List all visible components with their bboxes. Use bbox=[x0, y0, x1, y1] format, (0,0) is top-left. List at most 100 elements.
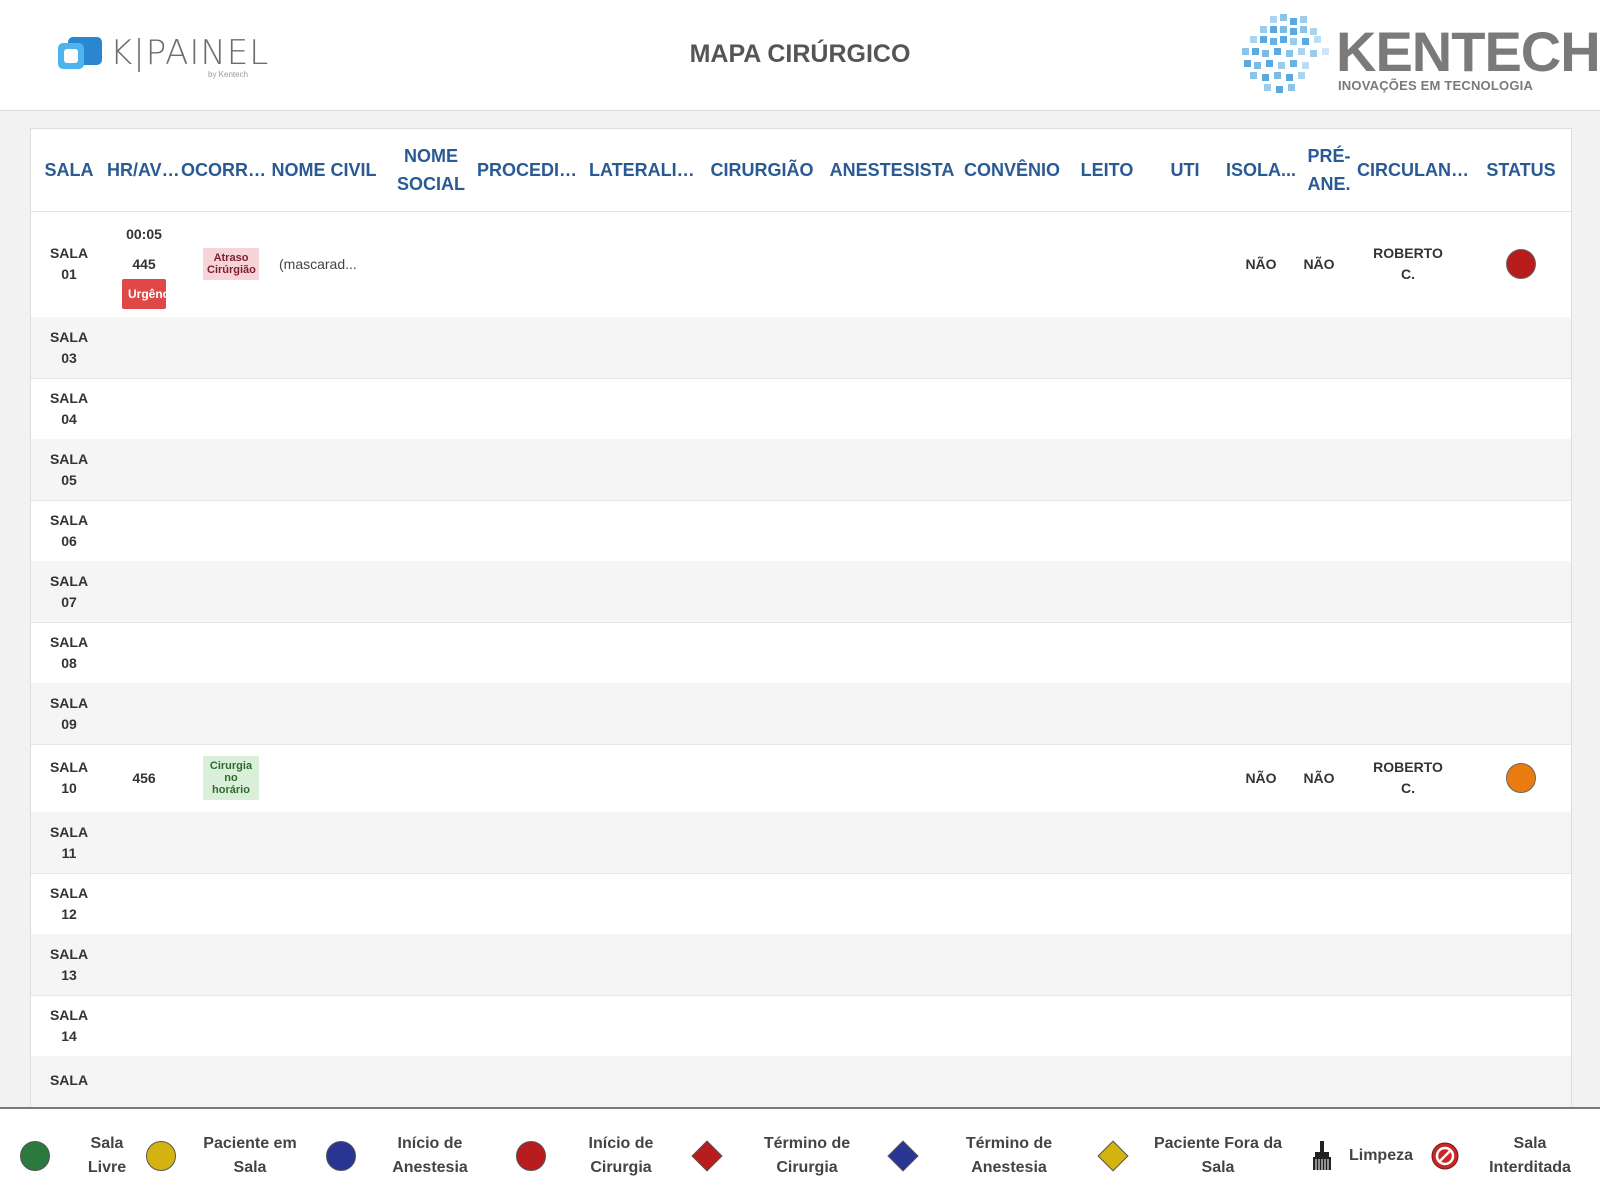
legend-label: Paciente em Sala bbox=[203, 1134, 297, 1176]
ocorrencia-cell: Atraso Cirúrgião bbox=[191, 211, 271, 317]
sala-cell: SALA 07 bbox=[49, 572, 89, 610]
sala-cell: SALA bbox=[49, 1072, 89, 1088]
diamond-icon bbox=[887, 1139, 919, 1172]
legend-item-sala-interditada: Sala Interditada bbox=[1430, 1109, 1580, 1202]
table-row[interactable]: SALA 01 00:05 445 Urgência Atraso Cirúrg… bbox=[31, 211, 1571, 318]
legend-item-termino-anestesia: Término de Anestesia bbox=[887, 1109, 1064, 1202]
pre-anestesia-cell: NÃO bbox=[1303, 769, 1335, 786]
column-header-status[interactable]: STATUS bbox=[1473, 129, 1569, 211]
sala-cell: SALA 04 bbox=[49, 389, 89, 427]
table-row[interactable]: SALA 09 bbox=[31, 683, 1571, 745]
table-row[interactable]: SALA bbox=[31, 1056, 1571, 1109]
column-header-pre-anestesia[interactable]: PRÉ-ANE. bbox=[1301, 129, 1357, 211]
status-cell bbox=[1473, 211, 1569, 317]
legend-item-paciente-fora-sala: Paciente Fora da Sala bbox=[1097, 1109, 1288, 1202]
circle-icon bbox=[20, 1140, 50, 1171]
isolamento-cell: NÃO bbox=[1245, 255, 1277, 272]
column-header-uti[interactable]: UTI bbox=[1147, 129, 1223, 211]
kentech-brand-tagline: INOVAÇÕES EM TECNOLOGIA bbox=[1338, 78, 1534, 93]
ocorrencia-tag: Atraso Cirúrgião bbox=[203, 248, 259, 280]
sala-cell: SALA 10 bbox=[49, 759, 89, 796]
aviso-number: 456 bbox=[132, 770, 156, 786]
legend-item-inicio-anestesia: Início de Anestesia bbox=[326, 1109, 480, 1202]
column-header-sala[interactable]: SALA bbox=[31, 129, 107, 211]
sala-cell: SALA 13 bbox=[49, 945, 89, 983]
status-indicator-icon bbox=[1506, 763, 1536, 793]
urgency-badge: Urgência bbox=[122, 279, 166, 309]
kentech-pixel-icon bbox=[1242, 14, 1329, 93]
circulante-cell: ROBERTO C. bbox=[1373, 759, 1443, 796]
legend-label: Término de Anestesia bbox=[965, 1134, 1053, 1176]
legend-item-sala-livre: Sala Livre bbox=[20, 1109, 142, 1202]
table-row[interactable]: SALA 06 bbox=[31, 500, 1571, 562]
pre-anestesia-cell: NÃO bbox=[1303, 255, 1335, 272]
sala-cell: SALA 03 bbox=[49, 328, 89, 366]
legend-item-paciente-em-sala: Paciente em Sala bbox=[146, 1109, 300, 1202]
table-row[interactable]: SALA 12 bbox=[31, 873, 1571, 935]
diamond-icon bbox=[691, 1139, 723, 1172]
sala-cell: SALA 09 bbox=[49, 694, 89, 732]
header: K|PAINEL by Kentech MAPA CIRÚRGICO KENTE… bbox=[0, 0, 1600, 111]
sala-cell: SALA 14 bbox=[49, 1006, 89, 1044]
legend-label: Sala Livre bbox=[87, 1134, 127, 1176]
legend-label: Início de Cirurgia bbox=[588, 1134, 654, 1176]
legend-item-inicio-cirurgia: Início de Cirurgia bbox=[516, 1109, 666, 1202]
status-legend: Sala Livre Paciente em Sala Início de An… bbox=[0, 1107, 1600, 1202]
circle-icon bbox=[146, 1140, 176, 1171]
table-row[interactable]: SALA 04 bbox=[31, 378, 1571, 440]
surgical-map-table: SALA HR/AVI... OCORRÊ... NOME CIVIL NOME… bbox=[30, 128, 1572, 1110]
ocorrencia-cell: Cirurgia no horário bbox=[191, 744, 271, 812]
kentech-brand-name: KENTECH bbox=[1336, 20, 1600, 83]
legend-item-limpeza: Limpeza bbox=[1310, 1109, 1416, 1202]
sala-cell: SALA 12 bbox=[49, 884, 89, 922]
column-header-cirurgiao[interactable]: CIRURGIÃO bbox=[707, 129, 817, 211]
status-indicator-icon bbox=[1506, 249, 1536, 279]
column-header-leito[interactable]: LEITO bbox=[1067, 129, 1147, 211]
column-header-lateralidade[interactable]: LATERALID... bbox=[589, 129, 697, 211]
table-row[interactable]: SALA 08 bbox=[31, 622, 1571, 684]
ocorrencia-tag: Cirurgia no horário bbox=[203, 756, 259, 800]
hr-aviso-cell: 456 bbox=[107, 744, 181, 812]
table-row[interactable]: SALA 03 bbox=[31, 317, 1571, 379]
column-header-procedimento[interactable]: PROCEDIM... bbox=[477, 129, 585, 211]
sala-cell: SALA 08 bbox=[49, 633, 89, 671]
legend-label: Sala Interditada bbox=[1489, 1134, 1571, 1176]
column-header-circulante[interactable]: CIRCULANTE bbox=[1357, 129, 1473, 211]
circulante-cell: ROBERTO C. bbox=[1373, 245, 1443, 282]
circle-icon bbox=[326, 1140, 356, 1171]
column-header-anestesista[interactable]: ANESTESISTA bbox=[829, 129, 955, 211]
column-header-hr-aviso[interactable]: HR/AVI... bbox=[107, 129, 181, 211]
prohibited-icon bbox=[1431, 1142, 1459, 1169]
isolamento-cell: NÃO bbox=[1245, 769, 1277, 786]
column-header-isolamento[interactable]: ISOLA... bbox=[1223, 129, 1299, 211]
status-cell bbox=[1473, 744, 1569, 812]
table-row[interactable]: SALA 14 bbox=[31, 995, 1571, 1057]
hr-time: 00:05 bbox=[126, 226, 162, 242]
sala-cell: SALA 01 bbox=[49, 245, 89, 282]
column-header-nome-civil[interactable]: NOME CIVIL bbox=[269, 129, 379, 211]
table-row[interactable]: SALA 05 bbox=[31, 439, 1571, 501]
table-header: SALA HR/AVI... OCORRÊ... NOME CIVIL NOME… bbox=[31, 129, 1571, 212]
table-row[interactable]: SALA 13 bbox=[31, 934, 1571, 996]
legend-label: Término de Cirurgia bbox=[763, 1134, 851, 1176]
diamond-icon bbox=[1097, 1139, 1129, 1172]
kpainel-logo-sub: by Kentech bbox=[208, 70, 249, 79]
broom-icon bbox=[1313, 1140, 1331, 1170]
legend-label: Limpeza bbox=[1348, 1146, 1413, 1164]
hr-aviso-cell: 00:05 445 Urgência bbox=[107, 211, 181, 317]
table-row[interactable]: SALA 10 456 Cirurgia no horário NÃO NÃO … bbox=[31, 744, 1571, 813]
legend-label: Paciente Fora da Sala bbox=[1153, 1134, 1283, 1176]
legend-item-termino-cirurgia: Término de Cirurgia bbox=[691, 1109, 862, 1202]
column-header-convenio[interactable]: CONVÊNIO bbox=[957, 129, 1067, 211]
legend-label: Início de Anestesia bbox=[392, 1134, 468, 1176]
aviso-number: 445 bbox=[132, 256, 156, 272]
table-row[interactable]: SALA 07 bbox=[31, 561, 1571, 623]
kentech-logo: KENTECH INOVAÇÕES EM TECNOLOGIA bbox=[1240, 14, 1600, 99]
circle-icon bbox=[516, 1140, 546, 1171]
table-row[interactable]: SALA 11 bbox=[31, 812, 1571, 874]
nome-civil-cell: (mascarad... bbox=[279, 255, 357, 272]
column-header-nome-social[interactable]: NOME SOCIAL bbox=[391, 129, 471, 211]
sala-cell: SALA 11 bbox=[49, 823, 89, 861]
column-header-ocorrencia[interactable]: OCORRÊ... bbox=[181, 129, 269, 211]
sala-cell: SALA 05 bbox=[49, 450, 89, 488]
